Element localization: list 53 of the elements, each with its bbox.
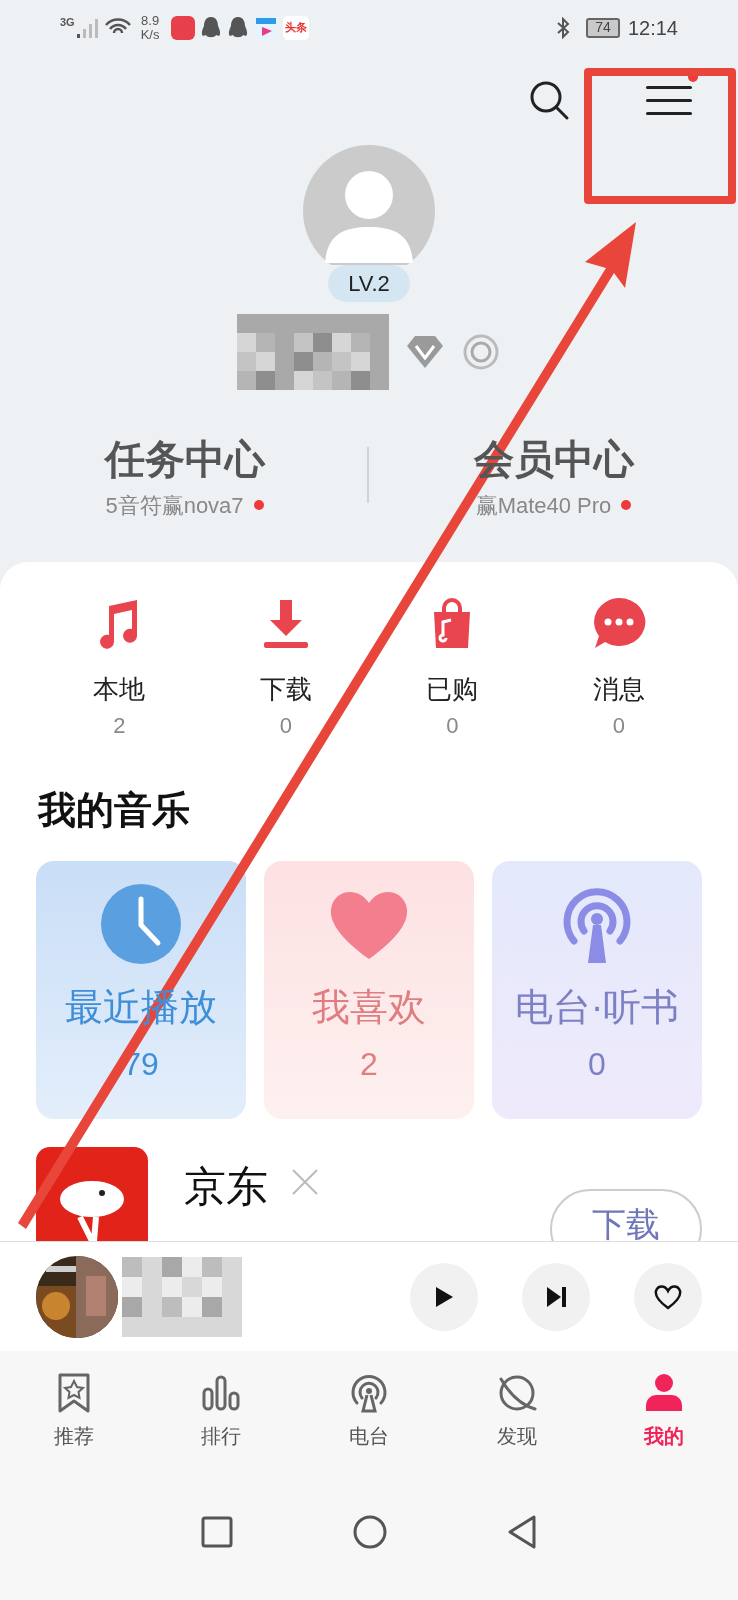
shortcut-label: 本地 bbox=[93, 673, 146, 706]
clock-time: 12:14 bbox=[627, 15, 678, 41]
tab[interactable]: 我的 bbox=[590, 1371, 738, 1451]
ad-title: 京东 bbox=[184, 1162, 268, 1212]
shortcut-count: 2 bbox=[113, 712, 126, 740]
card-count: 2 bbox=[360, 1045, 378, 1084]
shortcut-count: 0 bbox=[279, 712, 292, 740]
signal-icon bbox=[74, 16, 99, 39]
center-link[interactable]: 任务中心 5音符赢nova7 bbox=[104, 428, 265, 522]
store-app-icon bbox=[171, 15, 196, 40]
tab[interactable]: 发现 bbox=[442, 1371, 591, 1451]
card-label: 电台·听书 bbox=[514, 985, 680, 1030]
shortcut-item[interactable]: 已购 0 bbox=[369, 592, 536, 742]
center-subtitle: 赢Mate40 Pro bbox=[475, 491, 612, 520]
shortcut-count: 0 bbox=[612, 712, 625, 740]
battery-indicator: 74 bbox=[585, 17, 620, 38]
card-count: 0 bbox=[588, 1045, 606, 1084]
tab[interactable]: 电台 bbox=[295, 1371, 443, 1451]
heart-icon bbox=[653, 1282, 683, 1311]
news-app-icon: 头条 bbox=[283, 15, 310, 40]
tab-label: 推荐 bbox=[53, 1424, 94, 1449]
card-label: 我喜欢 bbox=[312, 985, 426, 1030]
tab-label: 排行 bbox=[201, 1424, 242, 1449]
speed-unit: K/s bbox=[140, 27, 160, 42]
shortcut-item[interactable]: 下载 0 bbox=[202, 592, 369, 742]
penguin-icon bbox=[200, 15, 223, 40]
center-title: 任务中心 bbox=[104, 435, 265, 483]
shortcut-label: 下载 bbox=[259, 673, 312, 706]
shortcut-item[interactable]: 消息 0 bbox=[535, 592, 702, 742]
shortcut-item[interactable]: 本地 2 bbox=[36, 592, 203, 742]
tab-label: 发现 bbox=[496, 1424, 537, 1449]
bluetooth-icon bbox=[555, 16, 570, 39]
shortcut-count: 0 bbox=[446, 712, 459, 740]
network-type: 3G bbox=[60, 15, 75, 30]
shortcut-label: 消息 bbox=[592, 673, 645, 706]
tab[interactable]: 推荐 bbox=[0, 1371, 148, 1451]
video-app-icon bbox=[254, 15, 279, 40]
penguin-icon bbox=[227, 15, 250, 40]
home-icon[interactable] bbox=[353, 1514, 387, 1549]
center-subtitle: 5音符赢nova7 bbox=[105, 491, 244, 520]
level-badge: LV.2 bbox=[328, 265, 410, 302]
play-icon bbox=[433, 1284, 455, 1309]
tab-label: 我的 bbox=[644, 1424, 685, 1449]
tab[interactable]: 排行 bbox=[147, 1371, 296, 1451]
badge-icon bbox=[461, 332, 501, 372]
recent-apps-icon[interactable] bbox=[201, 1515, 233, 1548]
tab-label: 电台 bbox=[349, 1424, 389, 1449]
speed-value: 8.9 bbox=[141, 13, 160, 28]
skip-next-icon bbox=[544, 1284, 568, 1309]
shortcut-label: 已购 bbox=[426, 673, 479, 706]
section-title: 我的音乐 bbox=[38, 788, 191, 833]
search-icon[interactable] bbox=[528, 79, 570, 121]
back-icon[interactable] bbox=[507, 1514, 537, 1549]
